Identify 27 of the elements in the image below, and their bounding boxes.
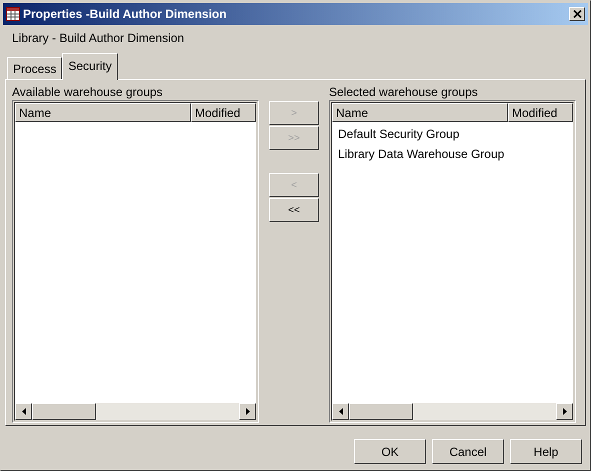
column-header[interactable]: Modified bbox=[508, 103, 573, 122]
list-row[interactable]: Library Data Warehouse Group bbox=[332, 144, 573, 164]
horizontal-scrollbar[interactable] bbox=[332, 403, 573, 420]
horizontal-scrollbar[interactable] bbox=[15, 403, 256, 420]
right-arrow-icon bbox=[562, 408, 566, 415]
table-icon bbox=[6, 7, 20, 21]
tab[interactable]: Process bbox=[7, 57, 62, 79]
left-arrow-icon bbox=[338, 408, 342, 415]
dialog-button[interactable]: Cancel bbox=[432, 439, 504, 464]
column-header[interactable]: Name bbox=[332, 103, 508, 122]
list-row[interactable]: Default Security Group bbox=[332, 124, 573, 144]
close-button[interactable] bbox=[569, 7, 585, 21]
list-label: Selected warehouse groups bbox=[329, 85, 479, 100]
right-arrow-icon bbox=[246, 408, 250, 415]
window-title: Properties -Build Author Dimension bbox=[23, 7, 228, 21]
transfer-button[interactable]: << bbox=[269, 198, 319, 222]
list-label: Available warehouse groups bbox=[12, 85, 164, 100]
left-arrow-icon bbox=[22, 408, 26, 415]
scroll-thumb[interactable] bbox=[349, 403, 413, 420]
column-header[interactable]: Modified bbox=[191, 103, 256, 122]
scroll-thumb[interactable] bbox=[32, 403, 96, 420]
column-header[interactable]: Name bbox=[15, 103, 191, 122]
tab[interactable]: Security bbox=[62, 53, 118, 80]
dialog-button[interactable]: OK bbox=[354, 439, 426, 464]
close-icon bbox=[572, 10, 582, 18]
object-name: Library - Build Author Dimension bbox=[11, 30, 186, 47]
dialog-button[interactable]: Help bbox=[510, 439, 582, 464]
